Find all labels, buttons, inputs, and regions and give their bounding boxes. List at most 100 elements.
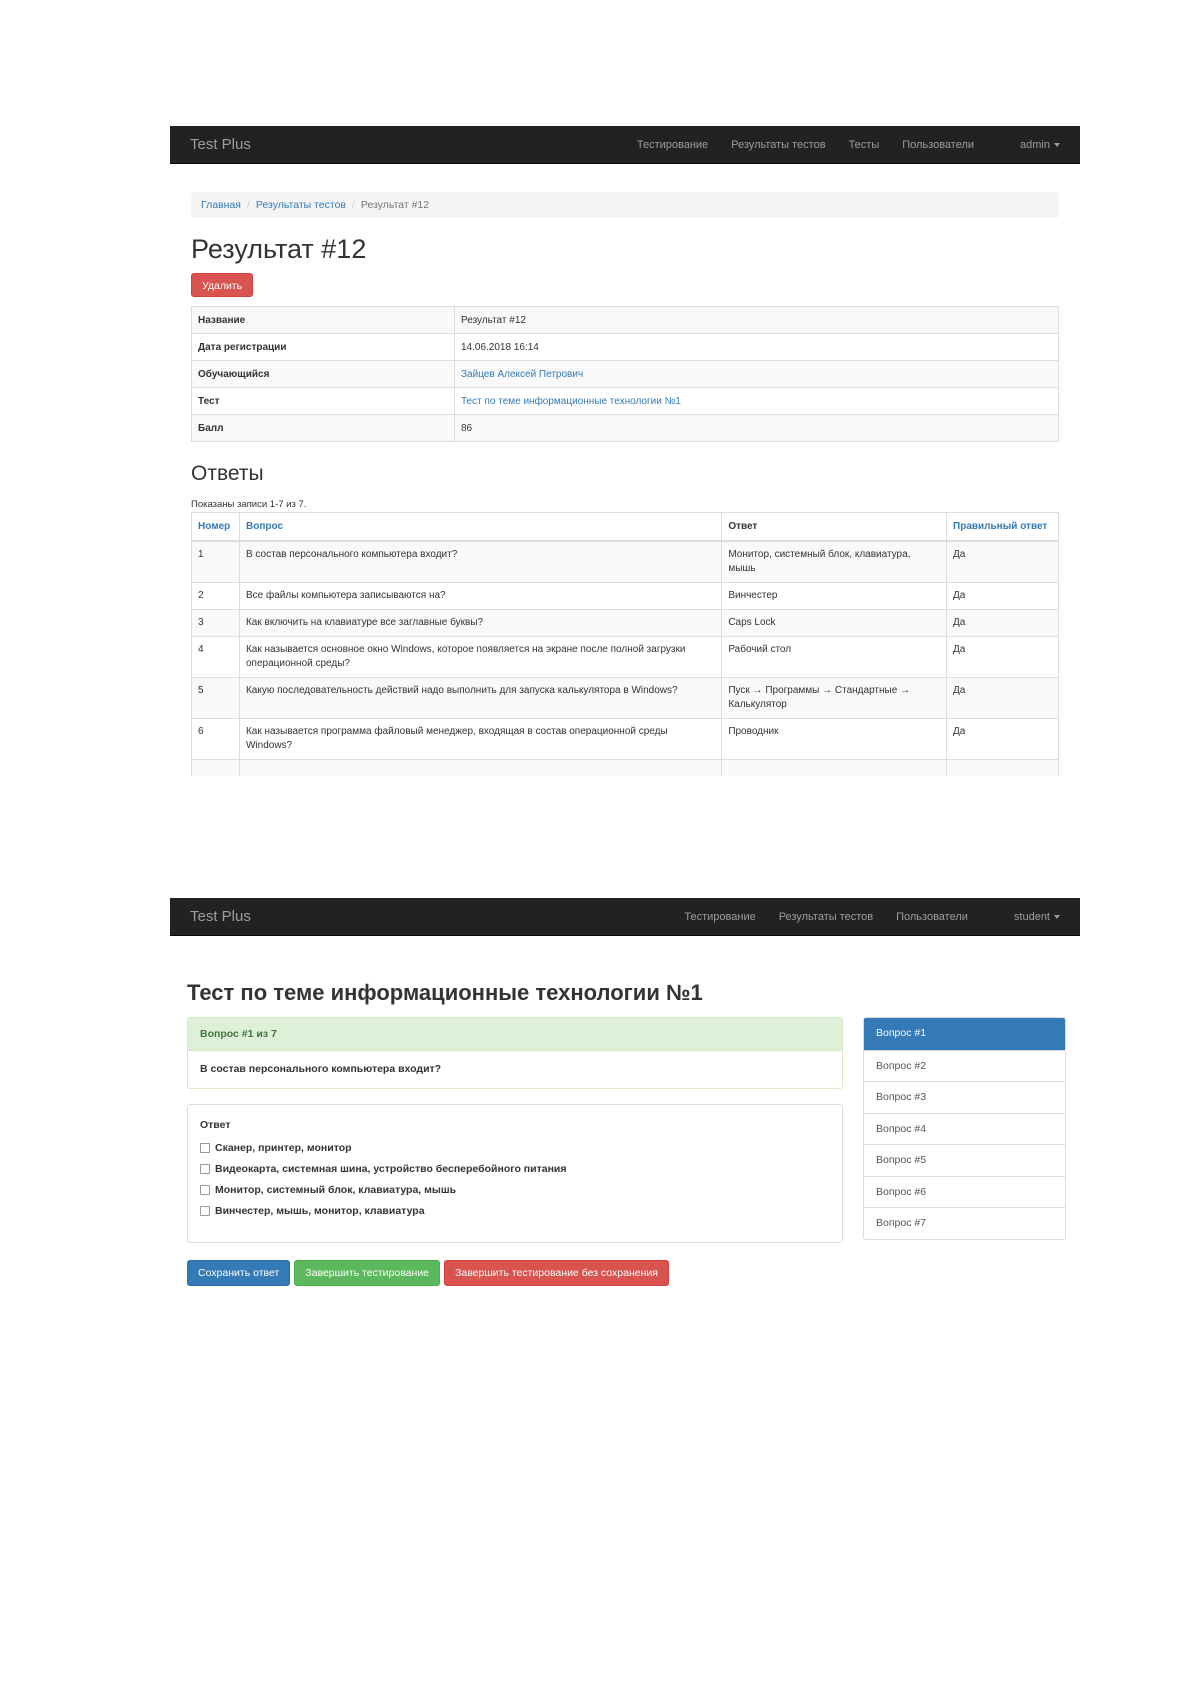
- nav-item-results[interactable]: Результаты тестов: [731, 139, 825, 151]
- nav-item-tests[interactable]: Тесты: [849, 139, 880, 151]
- table-row: 5 Какую последовательность действий надо…: [191, 677, 1059, 719]
- answers-grid-viewport: Номер Вопрос Ответ Правильный ответ 1 В …: [191, 512, 1059, 776]
- delete-button[interactable]: Удалить: [191, 273, 254, 297]
- cell-number: 5: [191, 677, 240, 719]
- answer-option[interactable]: Монитор, системный блок, клавиатура, мыш…: [200, 1179, 830, 1200]
- question-nav-item[interactable]: Вопрос #1: [864, 1018, 1065, 1050]
- answer-title: Ответ: [200, 1119, 231, 1131]
- cell-number: 3: [191, 609, 240, 637]
- question-header: Вопрос #1 из 7: [188, 1018, 842, 1051]
- result-page-screenshot: Test Plus Тестирование Результаты тестов…: [170, 126, 1080, 776]
- navbar-brand[interactable]: Test Plus: [190, 908, 251, 925]
- finish-test-button[interactable]: Завершить тестирование: [294, 1260, 441, 1286]
- question-nav-item[interactable]: Вопрос #7: [864, 1207, 1065, 1239]
- cell-correct: Да: [946, 718, 1059, 760]
- answer-panel: Ответ Сканер, принтер, монитор Видеокарт…: [187, 1104, 843, 1243]
- result-detail-table: Название Результат #12 Дата регистрации …: [191, 306, 1059, 442]
- column-header-correct[interactable]: Правильный ответ: [946, 512, 1059, 542]
- table-row: 1 В состав персонального компьютера вход…: [191, 540, 1059, 583]
- user-menu-label: student: [1013, 910, 1050, 923]
- option-label: Видеокарта, системная шина, устройство б…: [215, 1162, 567, 1175]
- question-panel: Вопрос #1 из 7 В состав персонального ко…: [187, 1017, 843, 1089]
- grid-summary: Показаны записи 1-7 из 7.: [191, 499, 307, 510]
- cell-question: Как включить на клавиатуре все заглавные…: [238, 609, 723, 637]
- detail-label: Балл: [191, 414, 455, 442]
- question-nav-item[interactable]: Вопрос #5: [864, 1144, 1065, 1176]
- answers-header-row: Номер Вопрос Ответ Правильный ответ: [191, 512, 1059, 542]
- user-menu[interactable]: admin: [997, 139, 1060, 151]
- checkbox[interactable]: [200, 1184, 210, 1195]
- cell-question: Какую последовательность действий надо в…: [238, 677, 723, 719]
- nav-item-testing[interactable]: Тестирование: [637, 139, 708, 151]
- student-link[interactable]: Зайцев Алексей Петрович: [461, 369, 583, 380]
- breadcrumb-results[interactable]: Результаты тестов: [256, 199, 346, 211]
- checkbox[interactable]: [200, 1142, 210, 1153]
- action-buttons: Сохранить ответ Завершить тестирование З…: [187, 1260, 673, 1286]
- breadcrumb-home[interactable]: Главная: [201, 199, 241, 211]
- test-link[interactable]: Тест по теме информационные технологии №…: [461, 396, 681, 407]
- question-nav-item[interactable]: Вопрос #6: [864, 1175, 1065, 1207]
- question-nav-item[interactable]: Вопрос #2: [864, 1049, 1065, 1081]
- navbar: Test Plus Тестирование Результаты тестов…: [170, 898, 1080, 936]
- caret-down-icon: [1054, 142, 1060, 147]
- cell-answer: Монитор, системный блок, клавиатура, мыш…: [721, 540, 948, 583]
- cell-answer: Винчестер: [721, 582, 948, 610]
- checkbox[interactable]: [200, 1163, 210, 1174]
- nav-item-results[interactable]: Результаты тестов: [779, 911, 873, 923]
- cell-correct: Да: [946, 609, 1059, 637]
- user-menu[interactable]: student: [991, 911, 1060, 923]
- question-text: В состав персонального компьютера входит…: [200, 1063, 442, 1075]
- finish-without-save-button[interactable]: Завершить тестирование без сохранения: [444, 1260, 669, 1286]
- detail-value: Результат #12: [454, 306, 1059, 334]
- detail-label: Обучающийся: [191, 360, 455, 388]
- cell-answer: Рабочий стол: [721, 636, 948, 678]
- breadcrumb-current: Результат #12: [360, 199, 430, 211]
- navbar-menu: Тестирование Результаты тестов Пользоват…: [661, 911, 1060, 923]
- option-label: Винчестер, мышь, монитор, клавиатура: [215, 1204, 425, 1217]
- cell-question: В состав персонального компьютера входит…: [238, 540, 723, 583]
- cell-correct: Да: [946, 636, 1059, 678]
- cell-empty: [238, 759, 723, 776]
- user-menu-label: admin: [1020, 138, 1050, 151]
- cell-empty: [946, 759, 1059, 776]
- nav-item-testing[interactable]: Тестирование: [684, 911, 755, 923]
- checkbox[interactable]: [200, 1205, 210, 1216]
- page-title: Результат #12: [191, 234, 367, 264]
- breadcrumb-separator: /: [352, 199, 355, 211]
- detail-value: Тест по теме информационные технологии №…: [454, 387, 1059, 415]
- cell-answer: Проводник: [721, 718, 948, 760]
- column-header-number[interactable]: Номер: [191, 512, 240, 542]
- answers-table: Номер Вопрос Ответ Правильный ответ 1 В …: [191, 512, 1059, 776]
- answer-option[interactable]: Сканер, принтер, монитор: [200, 1137, 830, 1158]
- test-title: Тест по теме информационные технологии №…: [187, 980, 703, 1005]
- cell-correct: Да: [946, 582, 1059, 610]
- cell-empty: [721, 759, 948, 776]
- question-nav-item[interactable]: Вопрос #3: [864, 1081, 1065, 1113]
- detail-row-name: Название Результат #12: [191, 306, 1059, 334]
- detail-row-date: Дата регистрации 14.06.2018 16:14: [191, 333, 1059, 361]
- question-nav-item[interactable]: Вопрос #4: [864, 1112, 1065, 1144]
- answer-option[interactable]: Видеокарта, системная шина, устройство б…: [200, 1158, 830, 1179]
- navbar: Test Plus Тестирование Результаты тестов…: [170, 126, 1080, 164]
- column-header-question[interactable]: Вопрос: [238, 512, 723, 542]
- detail-row-test: Тест Тест по теме информационные техноло…: [191, 387, 1059, 415]
- save-answer-button[interactable]: Сохранить ответ: [187, 1260, 291, 1286]
- answer-option[interactable]: Винчестер, мышь, монитор, клавиатура: [200, 1200, 830, 1221]
- table-row: 2 Все файлы компьютера записываются на? …: [191, 582, 1059, 610]
- detail-value: 14.06.2018 16:14: [454, 333, 1059, 361]
- detail-row-student: Обучающийся Зайцев Алексей Петрович: [191, 360, 1059, 388]
- detail-label: Дата регистрации: [191, 333, 455, 361]
- table-row: 4 Как называется основное окно Windows, …: [191, 636, 1059, 678]
- table-row: 3 Как включить на клавиатуре все заглавн…: [191, 609, 1059, 637]
- nav-item-users[interactable]: Пользователи: [902, 139, 974, 151]
- detail-row-score: Балл 86: [191, 414, 1059, 442]
- nav-item-users[interactable]: Пользователи: [896, 911, 968, 923]
- question-nav-list: Вопрос #1 Вопрос #2 Вопрос #3 Вопрос #4 …: [863, 1017, 1066, 1240]
- cell-number: 2: [191, 582, 240, 610]
- cell-question: Как называется программа файловый менедж…: [238, 718, 723, 760]
- cell-empty: [191, 759, 240, 776]
- cell-answer: Caps Lock: [721, 609, 948, 637]
- cell-answer: Пуск → Программы → Стандартные → Калькул…: [721, 677, 948, 719]
- navbar-brand[interactable]: Test Plus: [190, 136, 251, 153]
- cell-question: Все файлы компьютера записываются на?: [238, 582, 723, 610]
